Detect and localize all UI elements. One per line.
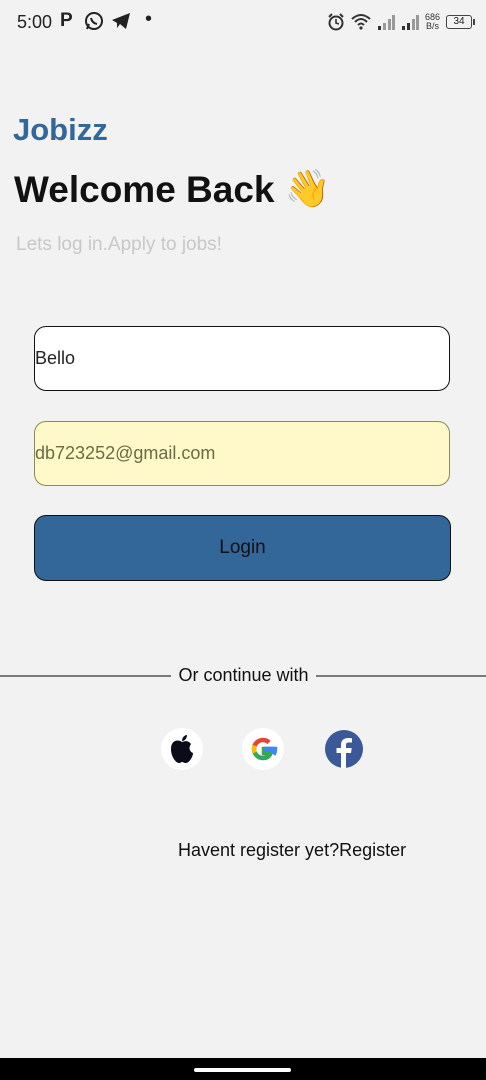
- name-field[interactable]: Bello: [34, 326, 450, 391]
- net-speed-unit: B/s: [425, 21, 439, 31]
- name-field-value: Bello: [35, 348, 76, 368]
- apple-login-button[interactable]: [161, 728, 203, 770]
- email-field-value: db723252@gmail.com: [35, 443, 216, 463]
- home-gesture-handle[interactable]: [194, 1068, 291, 1072]
- divider-line-right: [316, 675, 486, 677]
- google-icon: [251, 737, 278, 761]
- register-prompt: Havent register yet?Register: [178, 840, 406, 861]
- alarm-icon: [328, 13, 344, 31]
- signal-icon: [401, 15, 419, 30]
- net-speed: 686 B/s: [425, 13, 440, 31]
- status-bar: 5:00 P • 686 B/s 34: [0, 0, 486, 44]
- page-title: Welcome Back 👋: [14, 168, 331, 211]
- register-link[interactable]: Register: [339, 840, 406, 860]
- email-field[interactable]: db723252@gmail.com: [34, 421, 450, 486]
- subtitle: Lets log in.Apply to jobs!: [16, 234, 222, 255]
- app-brand: Jobizz: [13, 112, 108, 147]
- register-prompt-text: Havent register yet?: [178, 840, 340, 860]
- status-time: 5:00: [17, 12, 53, 32]
- apple-icon: [171, 735, 193, 763]
- status-right-group: 686 B/s 34: [327, 10, 475, 34]
- page-title-text: Welcome Back: [14, 168, 275, 210]
- telegram-icon: [112, 13, 130, 29]
- google-login-button[interactable]: [242, 728, 284, 770]
- facebook-icon: [325, 730, 363, 768]
- whatsapp-icon: [85, 12, 103, 30]
- p-app-icon: P: [60, 10, 73, 31]
- login-button[interactable]: Login: [34, 515, 451, 581]
- wifi-icon: [351, 14, 371, 30]
- divider-text: Or continue with: [178, 665, 309, 685]
- facebook-login-button[interactable]: [323, 728, 365, 770]
- notification-dot-icon: •: [145, 8, 153, 30]
- divider-line-left: [0, 675, 171, 677]
- waving-hand-icon: 👋: [284, 168, 331, 209]
- battery-level: 34: [453, 16, 465, 27]
- login-button-label: Login: [219, 537, 266, 558]
- battery-icon: 34: [446, 15, 475, 29]
- signal-icon: [377, 15, 395, 30]
